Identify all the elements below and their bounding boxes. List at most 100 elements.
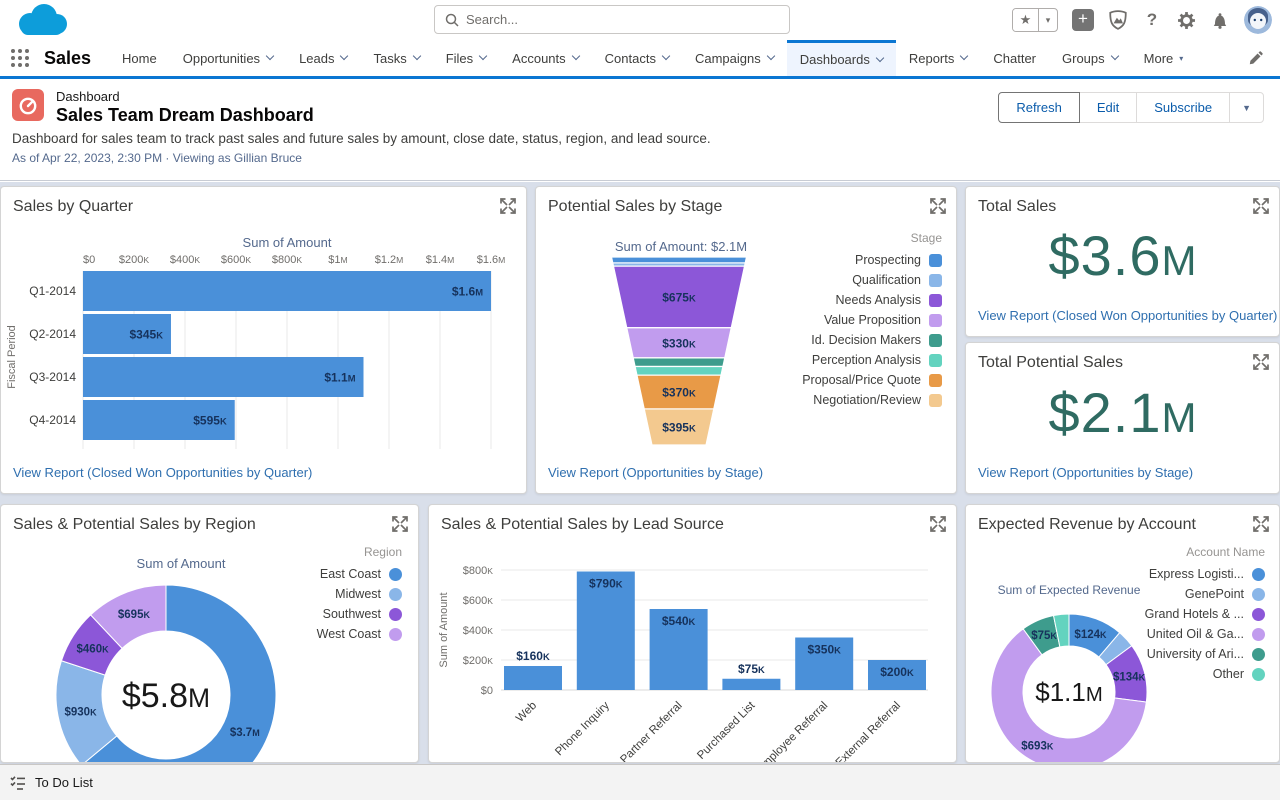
- subscribe-button[interactable]: Subscribe: [1136, 92, 1230, 123]
- metric-value: $2.1M: [966, 380, 1279, 445]
- expand-icon[interactable]: [500, 198, 516, 214]
- legend-swatch: [929, 314, 942, 327]
- view-report-link[interactable]: View Report (Opportunities by Stage): [978, 465, 1193, 480]
- column-chart[interactable]: $0$200K$400K$600K$800KSum of Amount$160K…: [429, 543, 957, 763]
- expand-icon[interactable]: [1253, 516, 1269, 532]
- legend-item: Other: [1213, 667, 1265, 681]
- tab-reports[interactable]: Reports: [896, 40, 981, 76]
- app-launcher-icon[interactable]: [0, 40, 40, 76]
- tab-groups[interactable]: Groups: [1049, 40, 1131, 76]
- utility-item-label[interactable]: To Do List: [35, 775, 93, 790]
- legend-title: Region: [364, 545, 402, 559]
- legend-item: Negotiation/Review: [813, 393, 942, 407]
- svg-text:$800K: $800K: [463, 565, 493, 577]
- donut-axis-title: Sum of Amount: [1, 556, 361, 571]
- legend-title: Account Name: [1186, 545, 1265, 559]
- funnel-subtitle: Sum of Amount: $2.1M: [536, 239, 826, 254]
- bar-chart[interactable]: $0$200K$400K$600K$800K$1M$1.2M$1.4M$1.6M…: [1, 249, 527, 479]
- widget-title: Sales & Potential Sales by Region: [13, 516, 256, 534]
- svg-text:Q1-2014: Q1-2014: [29, 284, 76, 298]
- refresh-button[interactable]: Refresh: [998, 92, 1080, 123]
- notifications-bell-icon[interactable]: [1210, 10, 1230, 30]
- view-report-link[interactable]: View Report (Opportunities by Stage): [548, 465, 763, 480]
- triangle-down-icon: ▾: [1179, 54, 1183, 63]
- svg-text:$800K: $800K: [272, 254, 302, 266]
- todo-list-icon: [10, 775, 26, 791]
- expand-icon[interactable]: [1253, 198, 1269, 214]
- svg-text:$400K: $400K: [170, 254, 200, 266]
- svg-text:$675K: $675K: [662, 290, 696, 304]
- more-actions-caret-button[interactable]: ▼: [1229, 92, 1264, 123]
- nav-tabs: HomeOpportunitiesLeadsTasksFilesAccounts…: [109, 40, 1196, 76]
- tab-more[interactable]: More▾: [1131, 40, 1197, 76]
- legend-swatch: [929, 274, 942, 287]
- funnel-chart[interactable]: $675K$330K$370K$395K: [536, 255, 826, 456]
- svg-text:$1.6M: $1.6M: [477, 254, 506, 266]
- record-type-label: Dashboard: [56, 89, 120, 104]
- widget-title: Total Sales: [978, 198, 1056, 216]
- tab-files[interactable]: Files: [433, 40, 499, 76]
- tab-leads[interactable]: Leads: [286, 40, 360, 76]
- svg-text:$3.7M: $3.7M: [230, 727, 260, 739]
- x-axis-title: Sum of Amount: [83, 235, 491, 250]
- legend: StageProspectingQualificationNeeds Analy…: [802, 231, 942, 407]
- help-icon[interactable]: ?: [1142, 10, 1162, 30]
- expand-icon[interactable]: [930, 198, 946, 214]
- legend-item: Proposal/Price Quote: [802, 373, 942, 387]
- tab-accounts[interactable]: Accounts: [499, 40, 591, 76]
- donut-chart[interactable]: $124K$134K$693K$75K$1.1M: [966, 601, 1172, 763]
- bar-web: [504, 666, 562, 690]
- svg-text:Q4-2014: Q4-2014: [29, 413, 76, 427]
- tab-opportunities[interactable]: Opportunities: [170, 40, 286, 76]
- svg-text:$395K: $395K: [662, 420, 696, 434]
- legend-swatch: [929, 394, 942, 407]
- legend-item: Needs Analysis: [836, 293, 942, 307]
- search-input[interactable]: [466, 12, 779, 27]
- tab-home[interactable]: Home: [109, 40, 170, 76]
- tab-contacts[interactable]: Contacts: [592, 40, 682, 76]
- view-report-link[interactable]: View Report (Closed Won Opportunities by…: [13, 465, 312, 480]
- svg-text:$75K: $75K: [738, 662, 765, 676]
- svg-text:External Referral: External Referral: [834, 700, 904, 763]
- user-avatar[interactable]: [1244, 6, 1272, 34]
- svg-text:Partner Referral: Partner Referral: [618, 700, 684, 763]
- legend-item: Midwest: [335, 587, 402, 601]
- legend-swatch: [1252, 608, 1265, 621]
- chevron-down-icon: [1110, 52, 1118, 60]
- salesforce-logo: [14, 3, 68, 42]
- global-add-icon[interactable]: +: [1072, 9, 1094, 31]
- svg-text:$595K: $595K: [193, 414, 227, 428]
- legend-swatch: [929, 354, 942, 367]
- legend-item: West Coast: [317, 627, 402, 641]
- legend: RegionEast CoastMidwestSouthwestWest Coa…: [317, 545, 402, 641]
- chevron-down-icon: [876, 53, 884, 61]
- expand-icon[interactable]: [392, 516, 408, 532]
- tab-chatter[interactable]: Chatter: [980, 40, 1049, 76]
- expand-icon[interactable]: [930, 516, 946, 532]
- chevron-down-icon: [662, 52, 670, 60]
- svg-text:$370K: $370K: [662, 386, 696, 400]
- tab-dashboards[interactable]: Dashboards: [787, 40, 896, 76]
- tab-tasks[interactable]: Tasks: [360, 40, 432, 76]
- svg-text:$460K: $460K: [77, 643, 110, 655]
- donut-chart[interactable]: $3.7M$930K$460K$695K$5.8M: [1, 575, 341, 763]
- legend-swatch: [1252, 588, 1265, 601]
- tab-campaigns[interactable]: Campaigns: [682, 40, 787, 76]
- setup-gear-icon[interactable]: [1176, 10, 1196, 30]
- view-report-link[interactable]: View Report (Closed Won Opportunities by…: [978, 308, 1277, 323]
- edit-page-pencil-icon[interactable]: [1248, 50, 1264, 71]
- expand-icon[interactable]: [1253, 354, 1269, 370]
- edit-button[interactable]: Edit: [1079, 92, 1137, 123]
- trailhead-icon[interactable]: [1108, 10, 1128, 30]
- legend-swatch: [929, 334, 942, 347]
- bar-purchased-list: [722, 679, 780, 690]
- search-icon: [445, 13, 459, 27]
- svg-text:$5.8M: $5.8M: [122, 677, 210, 715]
- legend-item: Id. Decision Makers: [811, 333, 942, 347]
- funnel-segment-id-decision-makers: [633, 358, 725, 367]
- widget-title: Sales & Potential Sales by Lead Source: [441, 516, 724, 534]
- dashboard-canvas: Sales by Quarter Sum of Amount $0$200K$4…: [0, 182, 1280, 764]
- favorites-star-icon[interactable]: ★: [1013, 9, 1039, 31]
- svg-text:$0: $0: [83, 254, 95, 266]
- favorites-caret-icon[interactable]: ▾: [1039, 9, 1057, 31]
